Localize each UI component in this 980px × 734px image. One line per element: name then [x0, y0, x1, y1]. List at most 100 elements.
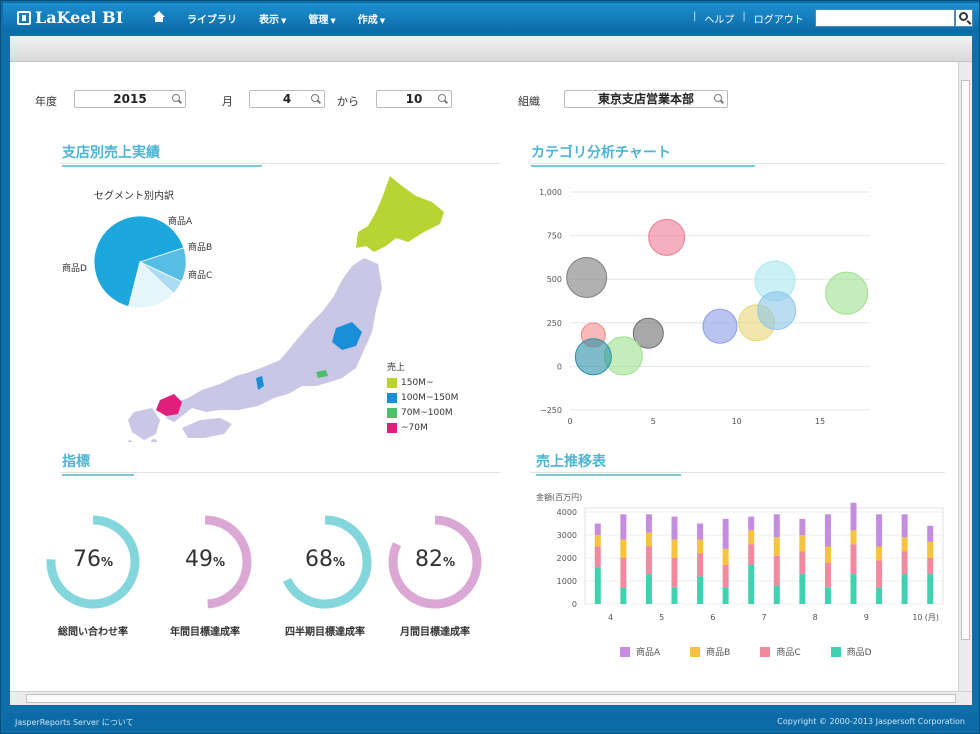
bar-segment: [671, 539, 678, 558]
map-legend-title: 売上: [387, 363, 406, 373]
map-legend-item: 150M~: [387, 378, 433, 388]
gauge-value-2: 68%: [304, 547, 346, 572]
bar-segment: [620, 558, 627, 588]
legend-swatch: [387, 408, 397, 418]
vertical-scrollbar[interactable]: [958, 62, 972, 691]
search-icon: [311, 94, 319, 102]
month-from-input[interactable]: 4: [249, 90, 325, 108]
bar-segment: [850, 544, 857, 575]
x-axis-unit: (月): [925, 613, 939, 622]
bar-segment: [594, 523, 601, 535]
nav-create[interactable]: 作成 ▼: [358, 11, 385, 26]
gauge-label-0: 総問い合わせ率: [58, 627, 128, 638]
bar-segment: [697, 553, 704, 577]
pie-label-d: 商品D: [62, 264, 87, 274]
bar-segment: [697, 539, 704, 554]
home-button[interactable]: [153, 11, 165, 26]
bar-segment: [722, 518, 729, 549]
bar-segment: [927, 541, 934, 558]
bar-segment: [799, 518, 806, 535]
org-label: 組織: [518, 95, 540, 108]
bar-segment: [876, 546, 883, 561]
y-tick-label: 0: [572, 600, 577, 609]
nav-manage[interactable]: 管理 ▼: [308, 11, 335, 26]
section-title-category-chart: カテゴリ分析チャート: [531, 142, 755, 167]
y-tick-label: −250: [540, 406, 562, 415]
bar-segment: [620, 539, 627, 558]
map-region-hokkaido[interactable]: [356, 176, 444, 252]
scrollbar-thumb[interactable]: [961, 80, 970, 640]
bar-segment: [645, 514, 652, 533]
bar-segment: [748, 516, 755, 531]
gauge-label-1: 年間目標達成率: [170, 627, 240, 638]
legend-swatch: [387, 393, 397, 403]
bar-segment: [850, 502, 857, 531]
search-icon: [172, 94, 180, 102]
bar-segment: [876, 560, 883, 588]
month-to-input[interactable]: 10: [376, 90, 452, 108]
x-tick-label: 5: [651, 417, 656, 426]
year-input[interactable]: 2015: [74, 90, 186, 108]
map-region-kyushu[interactable]: [128, 408, 160, 440]
legend-item: 商品B: [690, 645, 730, 658]
map-region-chugoku[interactable]: [156, 394, 182, 416]
horizontal-scrollbar[interactable]: [10, 691, 972, 705]
global-search-button[interactable]: [955, 9, 973, 27]
help-link[interactable]: ヘルプ: [704, 11, 734, 26]
bar-segment: [773, 555, 780, 586]
bar-segment: [773, 585, 780, 604]
bubble-point: [648, 218, 686, 256]
y-tick-label: 1000: [557, 577, 577, 586]
chevron-down-icon: ▼: [330, 17, 336, 25]
app-logo-text: LaKeel BI: [35, 8, 124, 27]
bubble-point: [757, 291, 797, 331]
bar-segment: [671, 587, 678, 604]
about-link[interactable]: JasperReports Server について: [15, 717, 134, 728]
bar-segment: [645, 546, 652, 575]
bar-segment: [927, 558, 934, 575]
x-tick-label: 5: [659, 613, 664, 622]
legend-swatch: [387, 423, 397, 433]
plot-area: [584, 507, 944, 605]
nav-library[interactable]: ライブラリ: [187, 11, 237, 26]
bar-segment: [901, 537, 908, 552]
category-bubble-chart: 1,000 750 500 250 0 −250 0 5 10 15: [539, 188, 870, 426]
bar-segment: [748, 564, 755, 604]
section-title-indicators: 指標: [62, 451, 134, 476]
legend-item: 商品D: [830, 645, 872, 658]
footer: JasperReports Server について Copyright © 20…: [3, 713, 979, 731]
map-region-shikoku[interactable]: [182, 418, 232, 438]
map-legend-item: ~70M: [387, 423, 428, 433]
y-tick-label: 250: [547, 319, 562, 328]
y-tick-label: 1,000: [539, 188, 562, 197]
x-tick-label: 8: [813, 613, 818, 622]
legend-swatch: [690, 646, 701, 657]
bubble-point: [825, 271, 869, 315]
main-nav: ライブラリ 表示 ▼ 管理 ▼ 作成 ▼: [153, 11, 385, 26]
bar-segment: [620, 514, 627, 540]
gauge-label-3: 月間目標達成率: [400, 627, 470, 638]
global-search-input[interactable]: [815, 9, 955, 27]
map-island: [151, 439, 157, 442]
gauge-value-0: 76%: [72, 547, 114, 572]
legend-swatch: [387, 378, 397, 388]
nav-view[interactable]: 表示 ▼: [259, 11, 286, 26]
bar-segment: [773, 537, 780, 556]
bar-segment: [850, 574, 857, 604]
x-tick-label: 9: [864, 613, 869, 622]
y-tick-label: 750: [547, 232, 562, 241]
logout-link[interactable]: ログアウト: [754, 11, 804, 26]
scrollbar-thumb[interactable]: [26, 694, 956, 703]
app-logo[interactable]: LaKeel BI: [17, 8, 123, 27]
x-tick-label: 6: [710, 613, 715, 622]
org-input[interactable]: 東京支店営業本部: [564, 90, 728, 108]
bar-segment: [671, 558, 678, 588]
gauge-value-3: 82%: [414, 547, 456, 572]
bar-segment: [901, 551, 908, 575]
x-tick-label: 4: [608, 613, 613, 622]
legend-swatch: [830, 646, 841, 657]
bar-segment: [876, 514, 883, 547]
bar-segment: [824, 514, 831, 547]
y-tick-label: 2000: [557, 554, 577, 563]
app-window: LaKeel BI ライブラリ 表示 ▼ 管理 ▼ 作成 ▼ | ヘルプ | ログアウ…: [0, 0, 980, 734]
